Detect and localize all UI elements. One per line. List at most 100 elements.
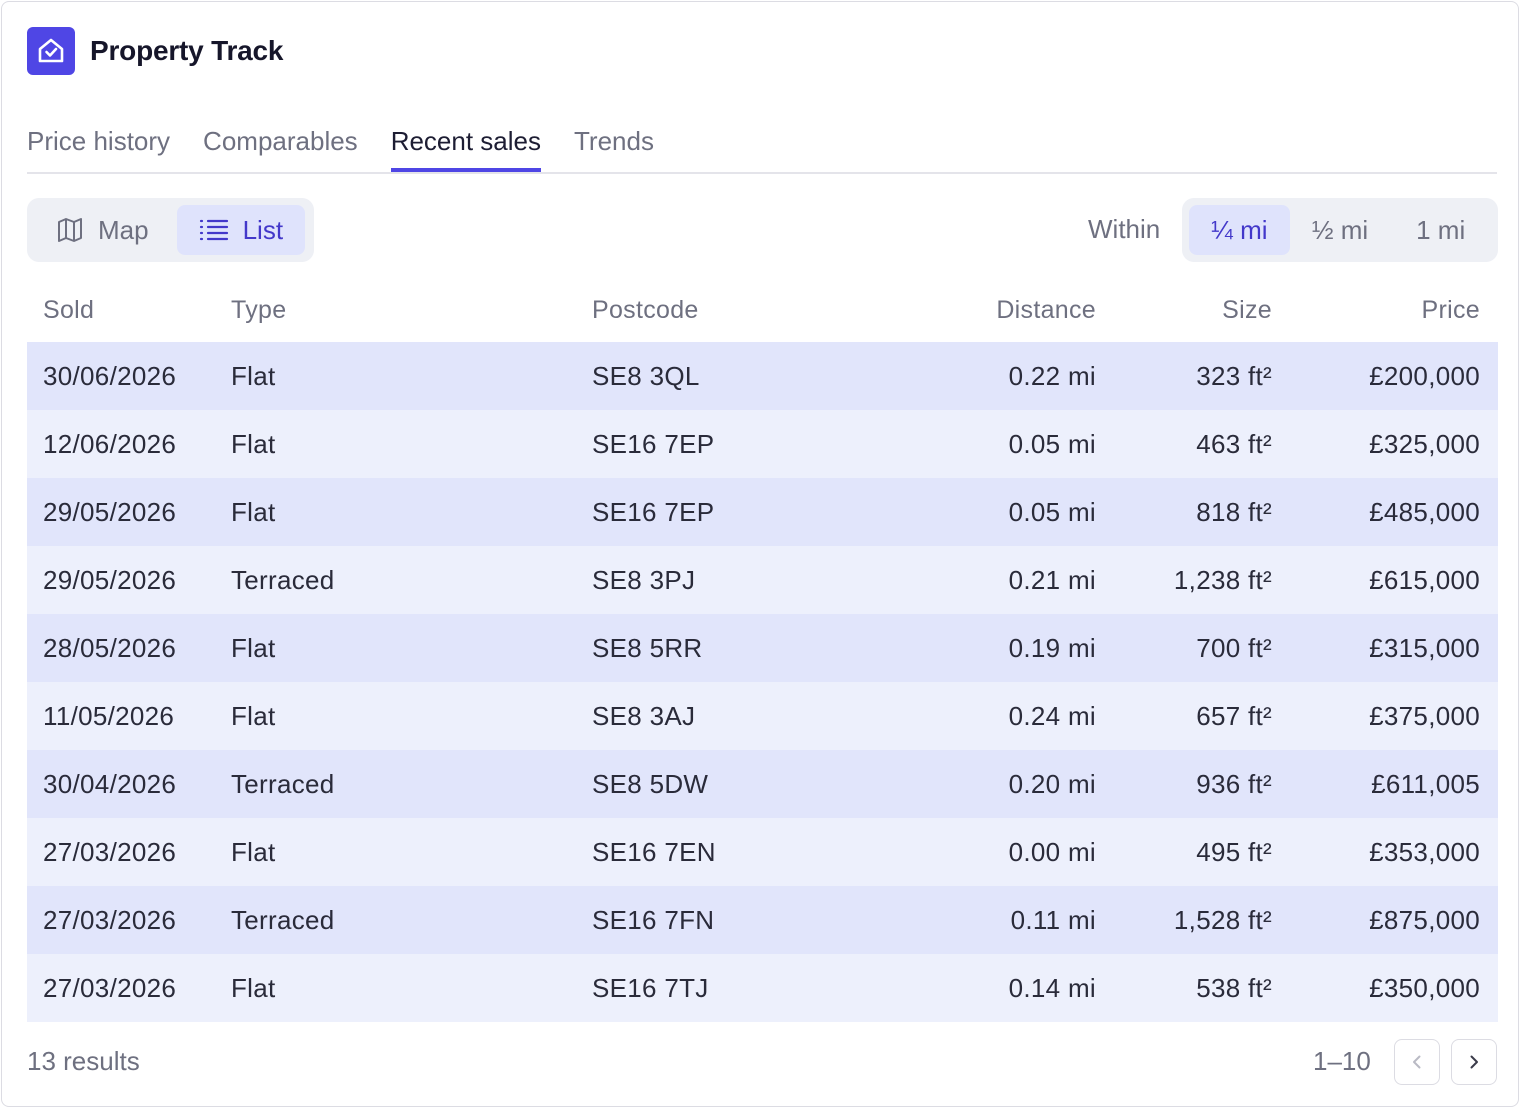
tab-trends[interactable]: Trends (574, 112, 654, 172)
cell-sold: 12/06/2026 (43, 428, 177, 459)
cell-price: £611,005 (1371, 768, 1480, 799)
cell-type: Flat (231, 972, 276, 1003)
radius-one-mile-button[interactable]: 1 mi (1390, 205, 1491, 255)
cell-postcode: SE8 3PJ (592, 564, 696, 595)
table-row[interactable]: 27/03/2026 Flat SE16 7EN 0.00 mi 495 ft²… (27, 818, 1498, 886)
cell-distance: 0.20 mi (1008, 768, 1096, 799)
cell-distance: 0.11 mi (1010, 904, 1096, 935)
column-header-postcode[interactable]: Postcode (576, 296, 966, 325)
cell-type: Flat (231, 836, 276, 867)
table-row[interactable]: 30/06/2026 Flat SE8 3QL 0.22 mi 323 ft² … (27, 342, 1498, 410)
next-page-button[interactable] (1451, 1039, 1497, 1085)
cell-price: £325,000 (1369, 428, 1480, 459)
radius-quarter-mile-button[interactable]: ¼ mi (1189, 205, 1290, 255)
cell-size: 700 ft² (1196, 632, 1272, 663)
cell-price: £200,000 (1369, 360, 1480, 391)
cell-sold: 28/05/2026 (43, 632, 177, 663)
radius-half-mile-button[interactable]: ½ mi (1290, 205, 1391, 255)
results-count: 13 results (27, 1046, 140, 1076)
table-header: Sold Type Postcode Distance Size Price (27, 278, 1498, 342)
table-row[interactable]: 29/05/2026 Flat SE16 7EP 0.05 mi 818 ft²… (27, 478, 1498, 546)
cell-distance: 0.05 mi (1008, 496, 1096, 527)
tab-recent-sales[interactable]: Recent sales (390, 112, 541, 172)
cell-type: Flat (231, 428, 276, 459)
cell-sold: 29/05/2026 (43, 496, 177, 527)
cell-postcode: SE16 7FN (592, 904, 715, 935)
cell-postcode: SE8 3AJ (592, 700, 696, 731)
app-header: Property Track (27, 27, 283, 75)
cell-sold: 11/05/2026 (43, 700, 175, 731)
table-row[interactable]: 29/05/2026 Terraced SE8 3PJ 0.21 mi 1,23… (27, 546, 1498, 614)
table-row[interactable]: 30/04/2026 Terraced SE8 5DW 0.20 mi 936 … (27, 750, 1498, 818)
previous-page-button[interactable] (1394, 1039, 1440, 1085)
table-row[interactable]: 27/03/2026 Terraced SE16 7FN 0.11 mi 1,5… (27, 886, 1498, 954)
radius-toggle: ¼ mi ½ mi 1 mi (1182, 198, 1498, 262)
tab-comparables[interactable]: Comparables (203, 112, 358, 172)
list-icon (199, 219, 228, 241)
cell-size: 323 ft² (1196, 360, 1272, 391)
cell-size: 936 ft² (1196, 768, 1272, 799)
cell-type: Flat (231, 496, 276, 527)
cell-price: £485,000 (1369, 496, 1480, 527)
cell-size: 538 ft² (1196, 972, 1272, 1003)
property-card: Property Track Price history Comparables… (1, 1, 1519, 1107)
cell-size: 657 ft² (1196, 700, 1272, 731)
chevron-left-icon (1413, 1055, 1421, 1069)
within-label: Within (1088, 214, 1161, 244)
map-view-button[interactable]: Map (34, 205, 171, 255)
cell-price: £875,000 (1369, 904, 1480, 935)
table-row[interactable]: 12/06/2026 Flat SE16 7EP 0.05 mi 463 ft²… (27, 410, 1498, 478)
cell-size: 1,528 ft² (1173, 904, 1272, 935)
chevron-right-icon (1470, 1055, 1478, 1069)
table-row[interactable]: 27/03/2026 Flat SE16 7TJ 0.14 mi 538 ft²… (27, 954, 1498, 1022)
cell-price: £615,000 (1369, 564, 1480, 595)
column-header-sold[interactable]: Sold (27, 296, 215, 325)
list-view-label: List (242, 214, 284, 245)
cell-distance: 0.24 mi (1008, 700, 1096, 731)
cell-sold: 27/03/2026 (43, 836, 177, 867)
cell-sold: 27/03/2026 (43, 904, 177, 935)
cell-distance: 0.22 mi (1008, 360, 1096, 391)
cell-distance: 0.21 mi (1008, 564, 1096, 595)
cell-distance: 0.14 mi (1008, 972, 1096, 1003)
view-toggle: Map List (27, 198, 314, 262)
cell-price: £350,000 (1369, 972, 1480, 1003)
map-icon (58, 218, 82, 242)
cell-sold: 30/06/2026 (43, 360, 177, 391)
pagination-range: 1–10 (1313, 1046, 1371, 1076)
cell-distance: 0.05 mi (1008, 428, 1096, 459)
cell-distance: 0.00 mi (1008, 836, 1096, 867)
column-header-size[interactable]: Size (1096, 296, 1272, 325)
cell-postcode: SE16 7EN (592, 836, 716, 867)
table-row[interactable]: 11/05/2026 Flat SE8 3AJ 0.24 mi 657 ft² … (27, 682, 1498, 750)
cell-price: £375,000 (1369, 700, 1480, 731)
cell-size: 1,238 ft² (1173, 564, 1272, 595)
cell-postcode: SE16 7EP (592, 496, 715, 527)
column-header-distance[interactable]: Distance (966, 296, 1096, 325)
cell-price: £353,000 (1369, 836, 1480, 867)
table-body: 30/06/2026 Flat SE8 3QL 0.22 mi 323 ft² … (27, 342, 1498, 1022)
cell-postcode: SE8 5DW (592, 768, 709, 799)
cell-sold: 29/05/2026 (43, 564, 177, 595)
cell-size: 463 ft² (1196, 428, 1272, 459)
table-row[interactable]: 28/05/2026 Flat SE8 5RR 0.19 mi 700 ft² … (27, 614, 1498, 682)
app-title: Property Track (90, 35, 284, 66)
list-view-button[interactable]: List (176, 205, 306, 255)
cell-sold: 30/04/2026 (43, 768, 177, 799)
tab-bar: Price history Comparables Recent sales T… (27, 112, 1497, 174)
cell-postcode: SE16 7TJ (592, 972, 709, 1003)
column-header-type[interactable]: Type (215, 296, 576, 325)
column-header-price[interactable]: Price (1272, 296, 1480, 325)
cell-sold: 27/03/2026 (43, 972, 177, 1003)
cell-postcode: SE8 3QL (592, 360, 700, 391)
cell-type: Flat (231, 360, 276, 391)
recent-sales-table: Sold Type Postcode Distance Size Price 3… (27, 278, 1498, 1022)
cell-postcode: SE8 5RR (592, 632, 703, 663)
map-view-label: Map (98, 214, 149, 245)
cell-type: Flat (231, 632, 276, 663)
cell-type: Flat (231, 700, 276, 731)
house-check-icon (27, 27, 75, 75)
cell-size: 818 ft² (1196, 496, 1272, 527)
tab-price-history[interactable]: Price history (27, 112, 170, 172)
cell-postcode: SE16 7EP (592, 428, 715, 459)
